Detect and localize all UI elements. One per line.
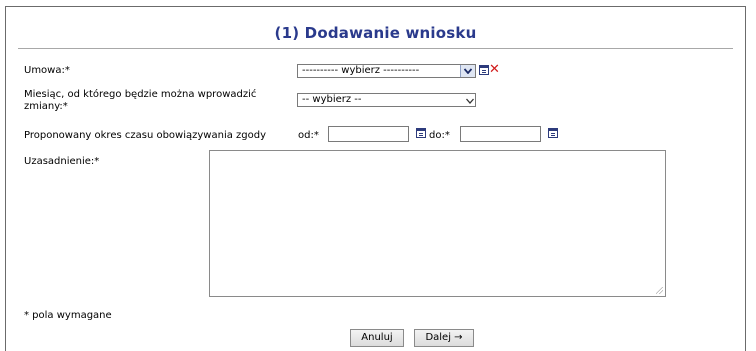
- chevron-down-icon[interactable]: [460, 65, 475, 77]
- required-note: * pola wymagane: [24, 310, 112, 321]
- chevron-down-icon[interactable]: [463, 95, 474, 105]
- do-label: do:*: [429, 130, 450, 141]
- uzasadnienie-label: Uzasadnienie:*: [24, 156, 100, 167]
- calendar-icon[interactable]: [548, 128, 558, 138]
- next-button[interactable]: Dalej →: [414, 329, 474, 347]
- miesiac-label-line1: Miesiąc, od którego będzie można wprowad…: [24, 89, 257, 100]
- miesiac-select-value: -- wybierz --: [302, 94, 362, 105]
- od-label: od:*: [298, 130, 319, 141]
- resize-grip-icon[interactable]: [656, 287, 663, 294]
- title-divider: [18, 48, 733, 49]
- form-panel: (1) Dodawanie wniosku Umowa:* ----------…: [5, 6, 746, 351]
- list-icon[interactable]: [479, 65, 489, 75]
- umowa-label: Umowa:*: [24, 65, 70, 76]
- umowa-select-value: ---------- wybierz ----------: [302, 65, 420, 76]
- okres-label: Proponowany okres czasu obowiązywania zg…: [24, 130, 267, 141]
- miesiac-label-line2: zmiany:*: [24, 101, 68, 112]
- uzasadnienie-textarea[interactable]: [209, 150, 666, 297]
- page-title: (1) Dodawanie wniosku: [274, 24, 477, 42]
- date-from-input[interactable]: [328, 126, 409, 142]
- date-to-input[interactable]: [460, 126, 541, 142]
- cancel-button[interactable]: Anuluj: [350, 329, 404, 347]
- calendar-icon[interactable]: [416, 128, 426, 138]
- miesiac-select[interactable]: -- wybierz --: [297, 93, 476, 107]
- clear-x-icon[interactable]: ✕: [489, 63, 500, 76]
- umowa-select[interactable]: ---------- wybierz ----------: [297, 64, 476, 78]
